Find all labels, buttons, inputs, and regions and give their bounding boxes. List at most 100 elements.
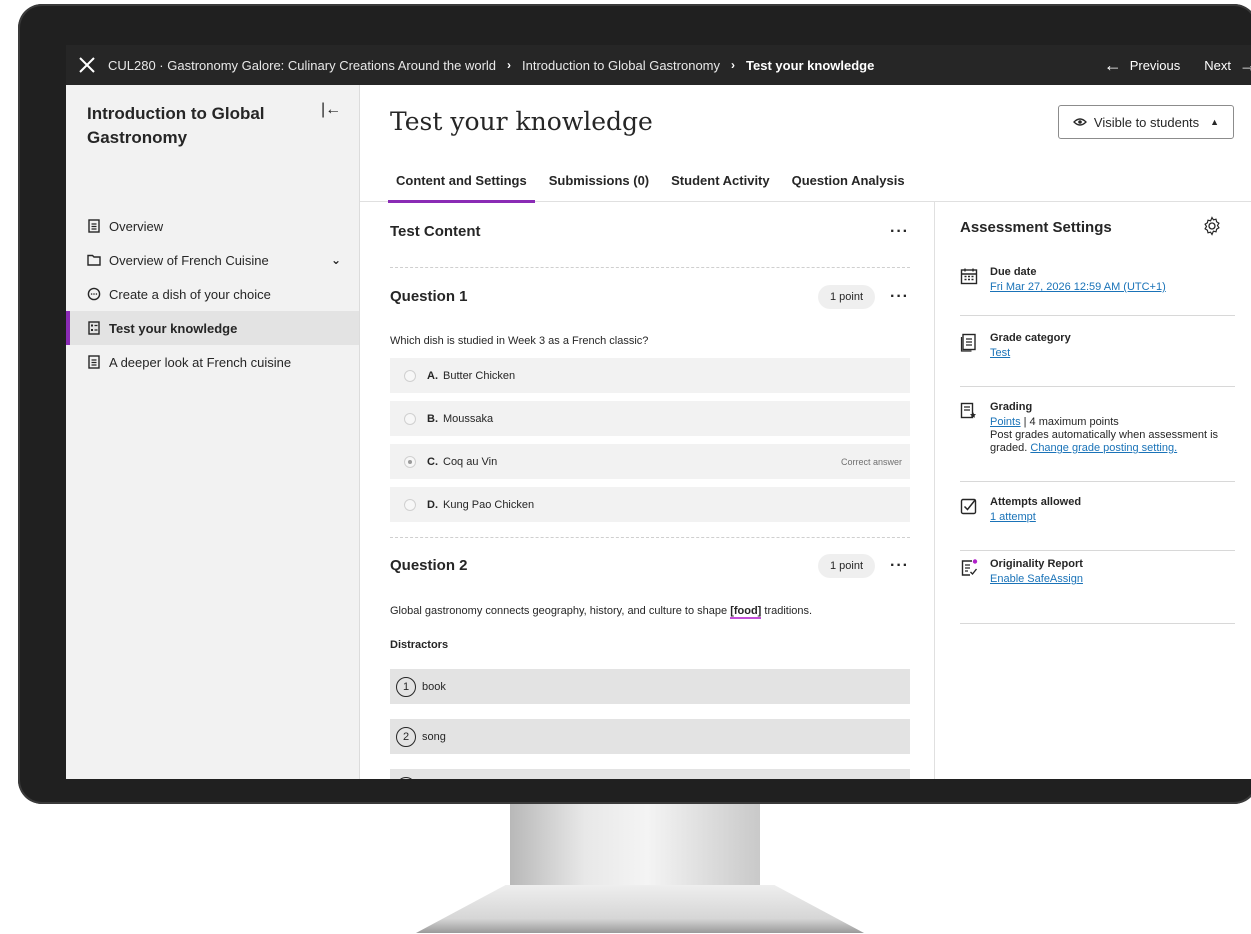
- chevron-down-icon[interactable]: ⌄: [331, 253, 341, 267]
- document-icon: [87, 355, 101, 369]
- answer-option-b[interactable]: B. Moussaka: [390, 401, 910, 436]
- option-text: Butter Chicken: [443, 369, 516, 382]
- distractor-text: song: [422, 730, 446, 743]
- gear-icon[interactable]: [1202, 216, 1222, 236]
- next-label: Next: [1204, 57, 1231, 73]
- sidebar-item-french-cuisine[interactable]: Overview of French Cuisine ⌄: [66, 243, 359, 277]
- attempts-setting: Attempts allowed 1 attempt: [960, 496, 1235, 551]
- originality-label: Originality Report: [990, 558, 1083, 570]
- answer-option-d[interactable]: D. Kung Pao Chicken: [390, 487, 910, 522]
- distractor-item: 2 song: [390, 719, 910, 754]
- checkbox-icon: [960, 498, 977, 515]
- points-badge: 1 point: [818, 554, 876, 578]
- option-text: Kung Pao Chicken: [443, 498, 535, 511]
- collapse-sidebar-icon[interactable]: |←: [321, 101, 341, 119]
- due-date-value: Fri Mar 27, 2026 12:59 AM (UTC+1): [990, 281, 1240, 294]
- next-button[interactable]: Next →: [1192, 56, 1251, 74]
- max-points-text: | 4 maximum points: [1020, 416, 1119, 428]
- sidebar-item-deeper-look[interactable]: A deeper look at French cuisine: [66, 345, 359, 379]
- option-text: Coq au Vin: [443, 455, 498, 468]
- close-button[interactable]: [66, 45, 108, 85]
- option-letter: B.: [427, 412, 438, 425]
- grade-category-value: Test: [990, 347, 1240, 360]
- page-header: Test your knowledge Visible to students …: [360, 85, 1251, 159]
- test-icon: [87, 321, 101, 335]
- breadcrumb-course[interactable]: CUL280 · Gastronomy Galore: Culinary Cre…: [108, 58, 496, 73]
- discussion-icon: [87, 287, 101, 301]
- points-badge: 1 point: [818, 285, 876, 309]
- page-title: Test your knowledge: [390, 107, 653, 136]
- change-grade-posting-link[interactable]: Change grade posting setting.: [1030, 442, 1177, 454]
- radio-button-selected[interactable]: [404, 455, 416, 468]
- test-content-panel: Test Content ··· Question 1 1 point ··· …: [360, 202, 935, 779]
- tab-bar: Content and Settings Submissions (0) Stu…: [360, 159, 1251, 203]
- correct-answer-label: Correct answer: [840, 456, 902, 467]
- attempts-label: Attempts allowed: [990, 496, 1082, 508]
- distractors-label: Distractors: [390, 639, 449, 651]
- grade-category-icon: [960, 333, 976, 352]
- sidebar-item-test[interactable]: Test your knowledge: [66, 311, 359, 345]
- arrow-right-icon: →: [1239, 55, 1251, 75]
- settings-title: Assessment Settings: [960, 219, 1112, 236]
- grade-category-label: Grade category: [990, 332, 1071, 344]
- grading-setting: Grading Points | 4 maximum points Post gr…: [960, 401, 1235, 482]
- question-text-part: traditions.: [761, 605, 813, 617]
- grade-category-setting: Grade category Test: [960, 332, 1235, 387]
- originality-setting: Originality Report Enable SafeAssign: [960, 558, 1235, 624]
- tab-question-analysis[interactable]: Question Analysis: [784, 159, 913, 202]
- sidebar-item-create-dish[interactable]: Create a dish of your choice: [66, 277, 359, 311]
- tab-student-activity[interactable]: Student Activity: [663, 159, 777, 202]
- due-date-link[interactable]: Fri Mar 27, 2026 12:59 AM (UTC+1): [990, 281, 1166, 293]
- divider: [390, 537, 910, 538]
- monitor-frame: CUL280 · Gastronomy Galore: Culinary Cre…: [18, 4, 1251, 804]
- document-icon: [87, 219, 101, 233]
- tab-submissions[interactable]: Submissions (0): [541, 159, 657, 202]
- more-options-icon[interactable]: ···: [890, 223, 909, 241]
- app-screen: CUL280 · Gastronomy Galore: Culinary Cre…: [66, 45, 1251, 779]
- grading-label: Grading: [990, 401, 1033, 413]
- sidebar-item-label: Create a dish of your choice: [109, 286, 271, 302]
- distractor-text: book: [422, 680, 446, 693]
- breadcrumb: CUL280 · Gastronomy Galore: Culinary Cre…: [108, 58, 1092, 73]
- points-link[interactable]: Points: [990, 416, 1021, 428]
- originality-value: Enable SafeAssign: [990, 573, 1240, 586]
- attempts-value: 1 attempt: [990, 511, 1240, 524]
- breadcrumb-module[interactable]: Introduction to Global Gastronomy: [522, 58, 720, 73]
- sidebar-title: Introduction to Global Gastronomy: [87, 104, 265, 147]
- previous-button[interactable]: ← Previous: [1092, 56, 1193, 74]
- answer-option-a[interactable]: A. Butter Chicken: [390, 358, 910, 393]
- answer-option-c[interactable]: C. Coq au Vin Correct answer: [390, 444, 910, 479]
- attempts-link[interactable]: 1 attempt: [990, 511, 1036, 523]
- question-2-title: Question 2: [390, 557, 468, 574]
- monitor-stand-base: [416, 885, 864, 933]
- sidebar-item-label: Overview of French Cuisine: [109, 252, 269, 268]
- option-letter: A.: [427, 369, 438, 382]
- eye-icon: [1072, 118, 1087, 126]
- visibility-dropdown[interactable]: Visible to students ▲: [1058, 105, 1234, 139]
- chevron-right-icon: ›: [507, 58, 512, 72]
- option-letter: D.: [427, 498, 438, 511]
- number-circle: 1: [396, 676, 416, 697]
- enable-safeassign-link[interactable]: Enable SafeAssign: [990, 573, 1083, 585]
- caret-up-icon: ▲: [1210, 117, 1220, 127]
- arrow-left-icon: ←: [1103, 55, 1122, 75]
- radio-button[interactable]: [404, 369, 416, 382]
- assessment-settings-panel: Assessment Settings Due date Fri Mar 27,…: [936, 202, 1251, 779]
- tab-content-settings[interactable]: Content and Settings: [388, 159, 535, 203]
- distractor-item: 1 book: [390, 669, 910, 704]
- option-letter: C.: [427, 455, 438, 468]
- sidebar-item-overview[interactable]: Overview: [66, 209, 359, 243]
- top-navigation-bar: CUL280 · Gastronomy Galore: Culinary Cre…: [66, 45, 1251, 85]
- radio-button[interactable]: [404, 498, 416, 511]
- breadcrumb-current: Test your knowledge: [746, 57, 875, 73]
- radio-button[interactable]: [404, 412, 416, 425]
- more-options-icon[interactable]: ···: [890, 557, 909, 575]
- test-content-heading: Test Content: [390, 223, 481, 240]
- more-options-icon[interactable]: ···: [890, 288, 909, 306]
- sidebar-item-label: Overview: [109, 218, 164, 234]
- grading-value: Points | 4 maximum points Post grades aut…: [990, 416, 1240, 455]
- due-date-label: Due date: [990, 266, 1037, 278]
- grade-category-link[interactable]: Test: [990, 347, 1010, 359]
- sidebar: Introduction to Global Gastronomy |← Ove…: [66, 85, 360, 779]
- number-circle: 2: [396, 726, 416, 747]
